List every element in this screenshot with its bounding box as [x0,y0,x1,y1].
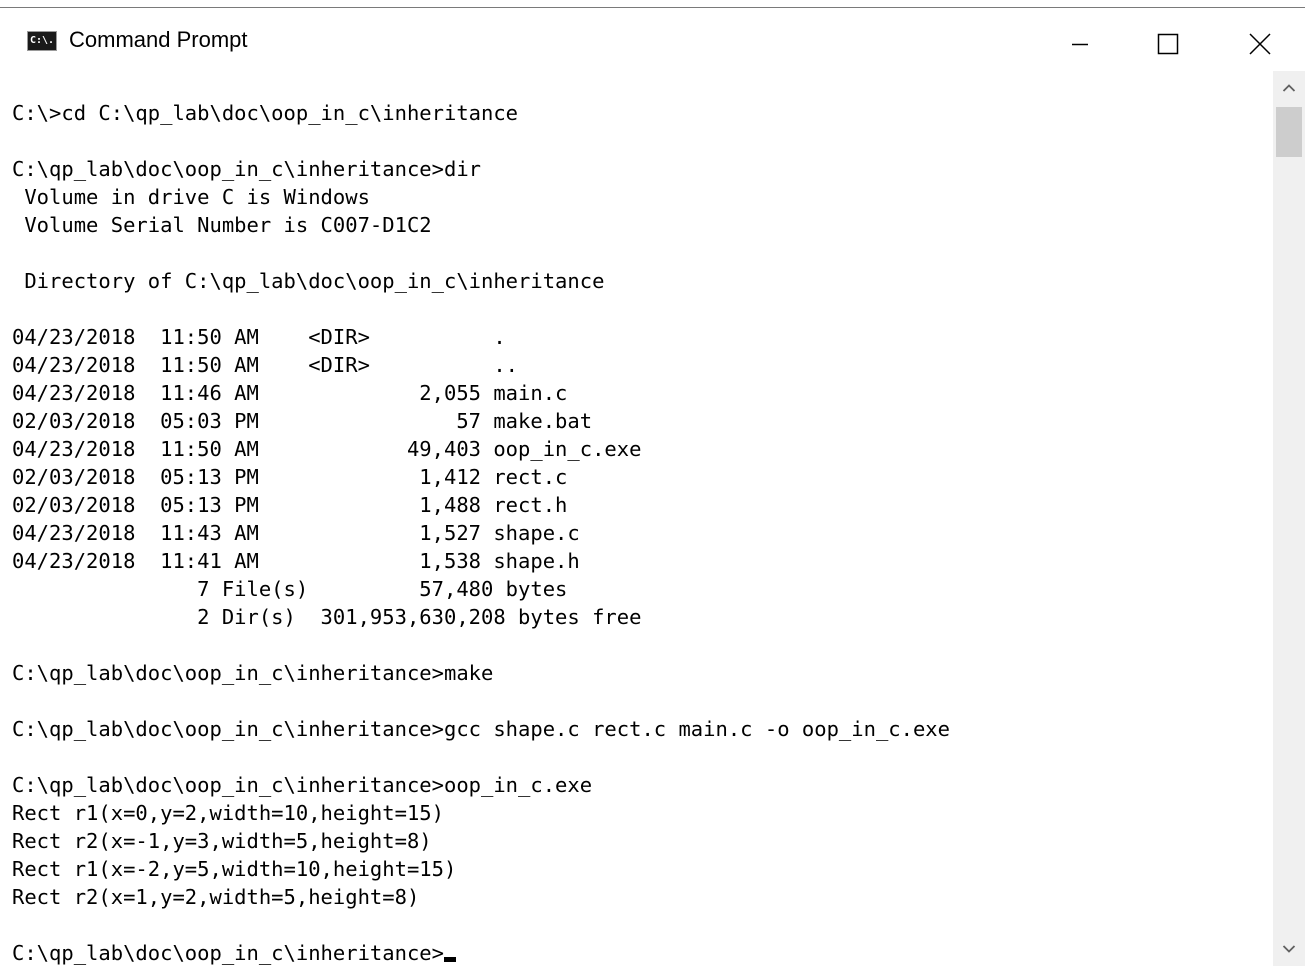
console-line: 04/23/2018 11:50 AM <DIR> .. [12,351,950,379]
console-line: 02/03/2018 05:03 PM 57 make.bat [12,407,950,435]
console-line: Directory of C:\qp_lab\doc\oop_in_c\inhe… [12,267,950,295]
chevron-up-icon [1282,84,1296,92]
console-line: 02/03/2018 05:13 PM 1,488 rect.h [12,491,950,519]
close-icon [1249,33,1271,55]
console-line: 04/23/2018 11:50 AM 49,403 oop_in_c.exe [12,435,950,463]
console-line-text: Rect r2(x=1,y=2,width=5,height=8) [12,885,420,909]
console-line: Rect r2(x=-1,y=3,width=5,height=8) [12,827,950,855]
console-line: Rect r2(x=1,y=2,width=5,height=8) [12,883,950,911]
console-line-text: 7 File(s) 57,480 bytes [12,577,568,601]
console-line: 04/23/2018 11:50 AM <DIR> . [12,323,950,351]
maximize-icon [1157,33,1179,55]
console-line-text: 02/03/2018 05:03 PM 57 make.bat [12,409,593,433]
console-line: 04/23/2018 11:43 AM 1,527 shape.c [12,519,950,547]
title-bar[interactable]: C:\. Command Prompt [0,9,1305,71]
console-line: C:\qp_lab\doc\oop_in_c\inheritance>dir [12,155,950,183]
console-line-text: 04/23/2018 11:50 AM <DIR> .. [12,353,519,377]
console-line-text: C:\qp_lab\doc\oop_in_c\inheritance> [12,941,444,965]
close-button[interactable] [1233,18,1287,70]
cmd-icon[interactable]: C:\. [27,31,57,51]
console-line: 2 Dir(s) 301,953,630,208 bytes free [12,603,950,631]
console-line-text: Rect r1(x=-2,y=5,width=10,height=15) [12,857,457,881]
console-line-text: C:\qp_lab\doc\oop_in_c\inheritance>dir [12,157,481,181]
console-line-text: 02/03/2018 05:13 PM 1,412 rect.c [12,465,568,489]
console-line: 02/03/2018 05:13 PM 1,412 rect.c [12,463,950,491]
console-line: Volume in drive C is Windows [12,183,950,211]
scroll-down-button[interactable] [1273,932,1305,966]
console-line: Volume Serial Number is C007-D1C2 [12,211,950,239]
console-line: 04/23/2018 11:46 AM 2,055 main.c [12,379,950,407]
console-line-text: 2 Dir(s) 301,953,630,208 bytes free [12,605,642,629]
console-line: Rect r1(x=0,y=2,width=10,height=15) [12,799,950,827]
console-line-text: 04/23/2018 11:46 AM 2,055 main.c [12,381,568,405]
vertical-scrollbar[interactable] [1273,71,1305,966]
console-line-text: 04/23/2018 11:41 AM 1,538 shape.h [12,549,580,573]
console-line: 04/23/2018 11:41 AM 1,538 shape.h [12,547,950,575]
console-line: 7 File(s) 57,480 bytes [12,575,950,603]
console-line: C:\qp_lab\doc\oop_in_c\inheritance>make [12,659,950,687]
chevron-down-icon [1282,945,1296,953]
console-line-text: Rect r2(x=-1,y=3,width=5,height=8) [12,829,432,853]
minimize-button[interactable] [1053,18,1107,70]
maximize-button[interactable] [1141,18,1195,70]
minimize-icon [1072,43,1088,46]
console-line-text: Volume Serial Number is C007-D1C2 [12,213,432,237]
scroll-thumb[interactable] [1276,107,1302,157]
console-line: Rect r1(x=-2,y=5,width=10,height=15) [12,855,950,883]
console-line-text: 02/03/2018 05:13 PM 1,488 rect.h [12,493,568,517]
console-line-text: 04/23/2018 11:50 AM <DIR> . [12,325,506,349]
console-line-text: C:\qp_lab\doc\oop_in_c\inheritance>make [12,661,494,685]
console-line: C:\qp_lab\doc\oop_in_c\inheritance>gcc s… [12,715,950,743]
command-prompt-window: C:\. Command Prompt C:\>cd C:\qp_lab\doc… [0,0,1305,966]
console-line-text: Rect r1(x=0,y=2,width=10,height=15) [12,801,444,825]
window-title: Command Prompt [69,27,248,52]
scroll-up-button[interactable] [1273,71,1305,105]
console-lines: C:\>cd C:\qp_lab\doc\oop_in_c\inheritanc… [12,99,950,966]
console-line-text: 04/23/2018 11:50 AM 49,403 oop_in_c.exe [12,437,642,461]
console-line: C:\qp_lab\doc\oop_in_c\inheritance> [12,939,950,966]
console-line-text: C:\qp_lab\doc\oop_in_c\inheritance>gcc s… [12,717,950,741]
console-line-text: C:\>cd C:\qp_lab\doc\oop_in_c\inheritanc… [12,101,519,125]
console-line-text: C:\qp_lab\doc\oop_in_c\inheritance>oop_i… [12,773,593,797]
text-cursor [443,957,456,962]
console-line-text: 04/23/2018 11:43 AM 1,527 shape.c [12,521,580,545]
window-top-edge [0,0,1305,8]
console-output[interactable]: C:\>cd C:\qp_lab\doc\oop_in_c\inheritanc… [0,71,1273,966]
console-line: C:\>cd C:\qp_lab\doc\oop_in_c\inheritanc… [12,99,950,127]
console-line: C:\qp_lab\doc\oop_in_c\inheritance>oop_i… [12,771,950,799]
console-line-text: Volume in drive C is Windows [12,185,370,209]
console-line-text: Directory of C:\qp_lab\doc\oop_in_c\inhe… [12,269,605,293]
